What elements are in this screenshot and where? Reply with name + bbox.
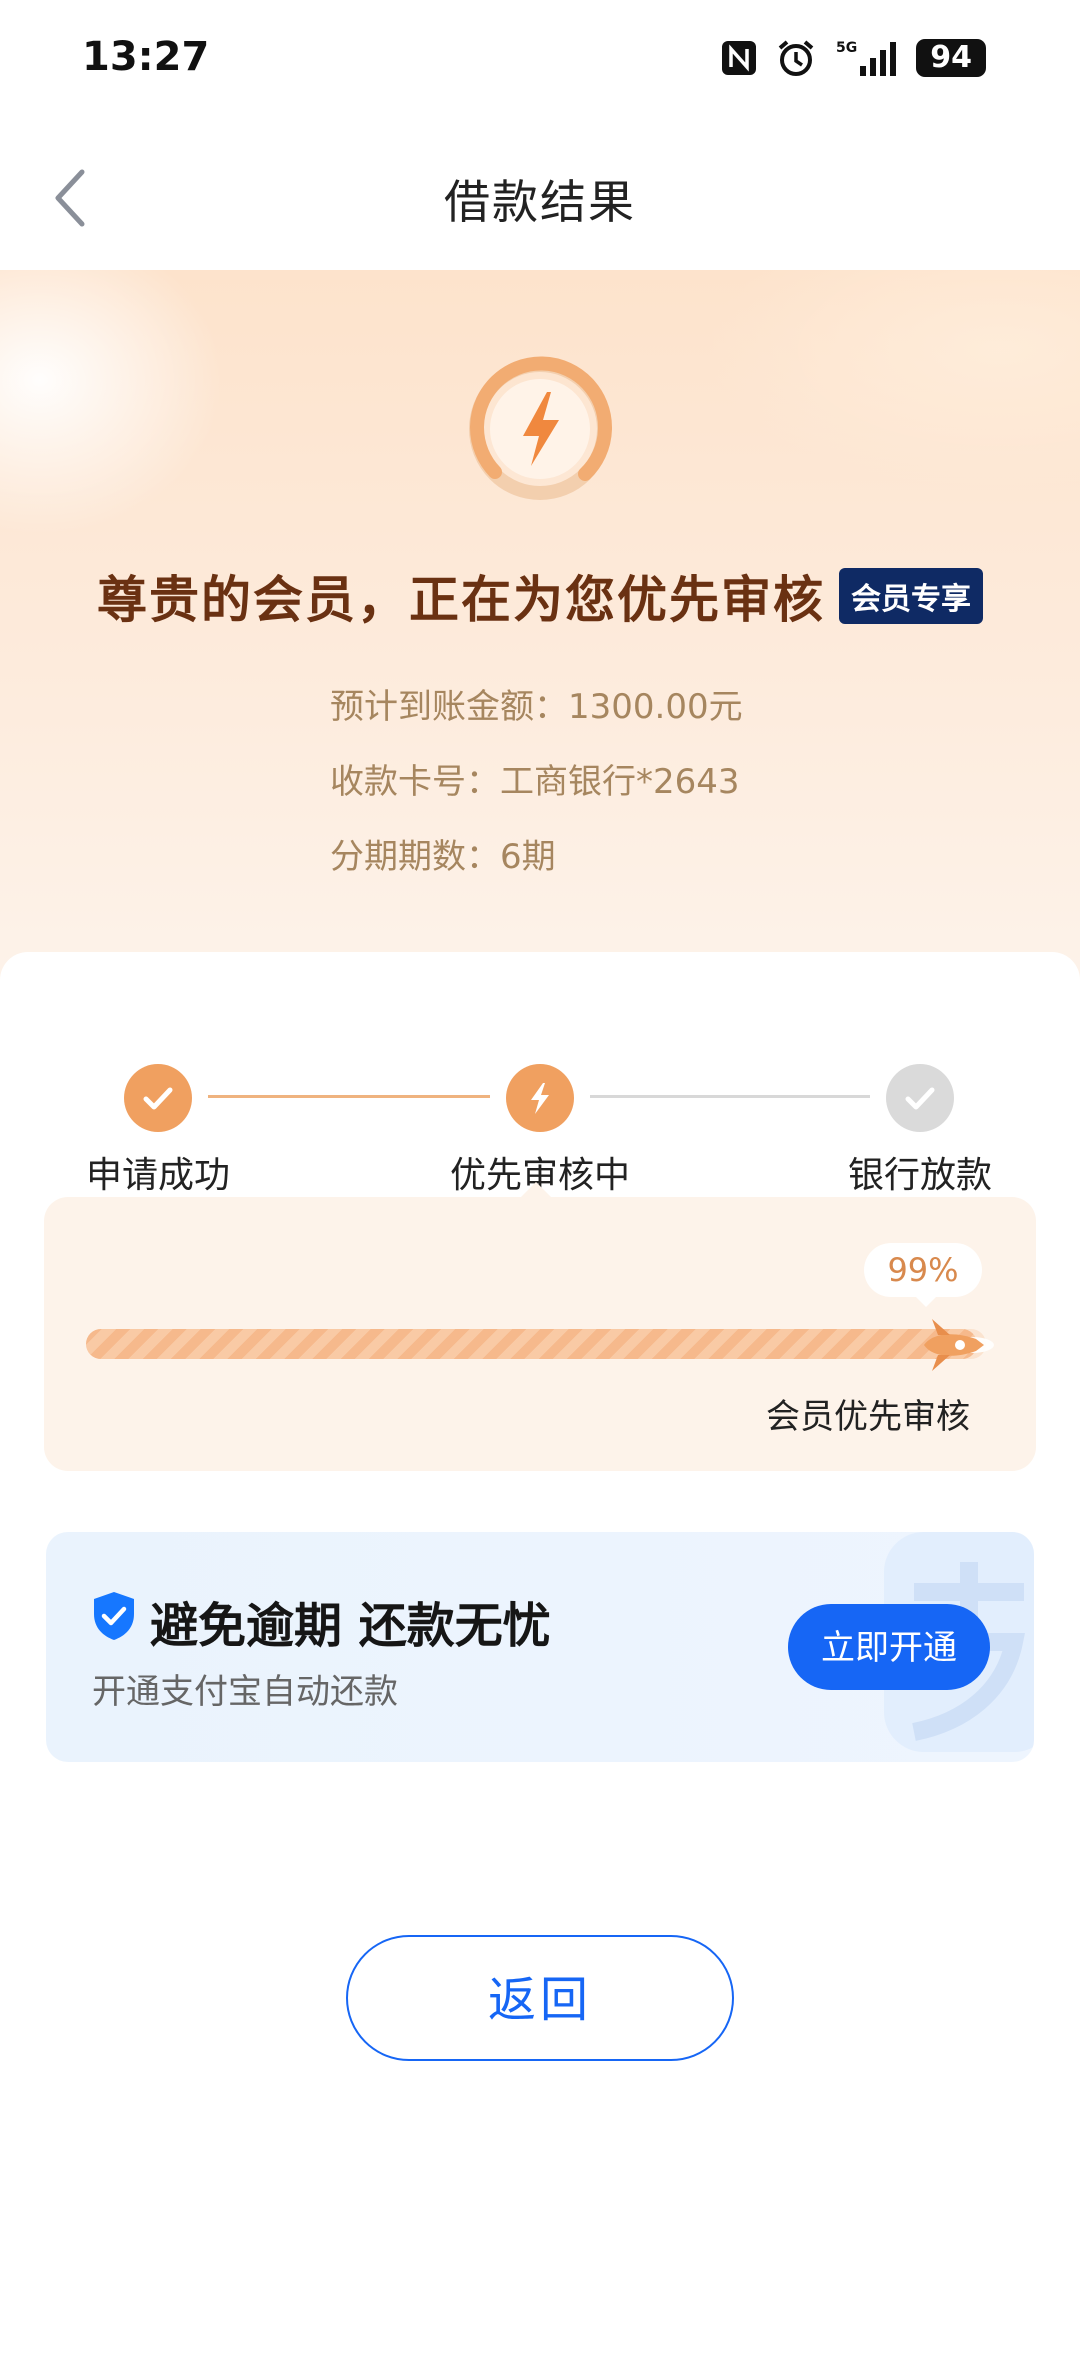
progress-fill (86, 1329, 977, 1359)
activate-now-button[interactable]: 立即开通 (788, 1604, 990, 1690)
step-done-check-icon (124, 1064, 192, 1132)
step-connector-2 (590, 1095, 870, 1098)
progress-card-pointer (520, 1182, 552, 1198)
loan-info: 预计到账金额：1300.00元 收款卡号：工商银行*2643 分期期数：6期 (330, 670, 743, 895)
step-connector-1 (208, 1095, 490, 1098)
return-button[interactable]: 返回 (346, 1935, 734, 2061)
content-panel: 申请成功 优先审核中 银行放款 99% 会员优先审核 避免逾期 还款无忧 开通支… (0, 952, 1080, 2374)
autopay-promo-card[interactable]: 避免逾期 还款无忧 开通支付宝自动还款 立即开通 (46, 1532, 1034, 1762)
hero-title-row: 尊贵的会员，正在为您优先审核 会员专享 (0, 560, 1080, 632)
page-title: 借款结果 (444, 175, 636, 229)
installment-count: 分期期数：6期 (330, 837, 556, 877)
status-icons: 5G 94 (720, 38, 986, 78)
progress-steps: 申请成功 优先审核中 银行放款 (0, 1008, 1080, 1196)
alarm-icon (776, 38, 816, 78)
shield-icon (94, 1592, 134, 1640)
nav-bar: 借款结果 (0, 120, 1080, 270)
signal-5g-icon: 5G (834, 38, 898, 78)
promo-title: 避免逾期 还款无忧 (150, 1598, 551, 1654)
status-time: 13:27 (82, 34, 210, 80)
rocket-icon (910, 1313, 998, 1377)
battery-indicator: 94 (916, 39, 986, 77)
promo-subtitle: 开通支付宝自动还款 (92, 1672, 398, 1712)
progress-percent: 99% (864, 1243, 982, 1307)
nfc-icon (720, 39, 758, 77)
expected-amount: 预计到账金额：1300.00元 (330, 687, 743, 727)
step-label-disbursing: 银行放款 (847, 1155, 992, 1196)
hero-title: 尊贵的会员，正在为您优先审核 (97, 571, 825, 629)
step-active-lightning-icon (506, 1064, 574, 1132)
progress-track (86, 1329, 986, 1359)
receiving-card: 收款卡号：工商银行*2643 (330, 762, 740, 802)
hero-section: 尊贵的会员，正在为您优先审核 会员专享 预计到账金额：1300.00元 收款卡号… (0, 270, 1080, 990)
member-exclusive-badge: 会员专享 (839, 568, 983, 624)
svg-text:5G: 5G (836, 40, 857, 56)
progress-card: 99% 会员优先审核 (44, 1197, 1036, 1471)
step-label-applied: 申请成功 (85, 1155, 230, 1196)
status-bar: 13:27 5G 94 (0, 0, 1080, 120)
lightning-icon (465, 354, 615, 504)
progress-label: 会员优先审核 (766, 1397, 970, 1437)
step-pending-check-icon (886, 1064, 954, 1132)
